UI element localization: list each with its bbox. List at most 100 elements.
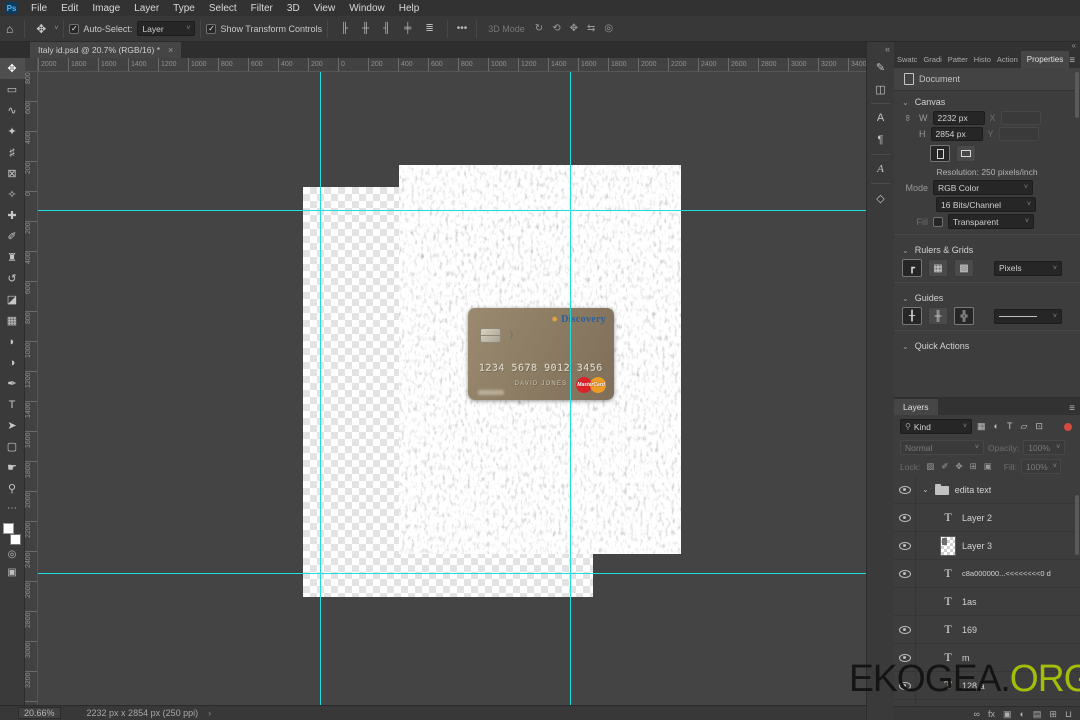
glyphs-panel-icon[interactable]: A: [867, 158, 895, 180]
type-tool[interactable]: T: [0, 394, 25, 415]
frame-tool[interactable]: ⊠: [0, 163, 25, 184]
path-selection-tool[interactable]: ➤: [0, 415, 25, 436]
expand-panels-icon[interactable]: «: [885, 42, 890, 56]
width-input[interactable]: 2232 px: [932, 111, 985, 125]
tab-layers[interactable]: Layers: [894, 399, 938, 415]
paragraph-panel-icon[interactable]: ¶: [867, 129, 895, 151]
toolbar-more-button[interactable]: ⋯: [0, 499, 25, 517]
toggle-snap-button[interactable]: ▩: [954, 259, 974, 277]
quick-selection-tool[interactable]: ✦: [0, 121, 25, 142]
foreground-color-swatch[interactable]: [3, 523, 14, 534]
layer-effects-icon[interactable]: fx: [988, 709, 995, 719]
color-swatches[interactable]: [2, 523, 22, 545]
panel-tab[interactable]: Histo: [971, 51, 994, 68]
align-center-h-icon[interactable]: ╫: [358, 23, 373, 34]
filter-type-layers-icon[interactable]: T: [1005, 421, 1015, 432]
layer-name[interactable]: Layer 2: [962, 513, 992, 523]
horizontal-ruler[interactable]: 2000 1800 1600 1400 1200 1000 800 600 400 200 0 200…: [38, 58, 866, 72]
ruler-units-select[interactable]: Pixels ˅: [994, 260, 1062, 276]
home-icon[interactable]: ⌂: [0, 22, 19, 36]
move-tool[interactable]: ✥: [0, 58, 25, 79]
landscape-orientation-button[interactable]: [956, 145, 976, 162]
clear-guides-button[interactable]: ╬: [954, 307, 974, 325]
canvas-viewport[interactable]: ✹ Discovery 1234 5678 9012 3456 DAVID JO…: [38, 72, 866, 705]
adjustment-layer-icon[interactable]: ◐: [1019, 709, 1024, 719]
layer-mask-icon[interactable]: ▣: [1003, 709, 1012, 719]
orbit-3d-icon[interactable]: ↻: [535, 23, 543, 34]
section-quick-actions[interactable]: ⌄ Quick Actions: [894, 335, 1080, 354]
layer-name[interactable]: Layer 3: [962, 541, 992, 551]
screen-mode-button[interactable]: ▣: [0, 563, 25, 581]
tab-properties[interactable]: Properties: [1020, 51, 1070, 68]
section-guides[interactable]: ⌄ Guides: [894, 287, 1080, 306]
layer-name[interactable]: 1as: [962, 597, 977, 607]
panel-tab[interactable]: Patter: [945, 51, 971, 68]
menu-item[interactable]: Window: [342, 2, 392, 15]
menu-item[interactable]: View: [307, 2, 343, 15]
horizontal-guide[interactable]: [38, 573, 866, 574]
layer-visibility-toggle[interactable]: [894, 504, 916, 531]
chevron-down-icon[interactable]: ˅: [54, 25, 58, 32]
layer-visibility-toggle[interactable]: [894, 560, 916, 587]
eyedropper-tool[interactable]: ✧: [0, 184, 25, 205]
shape-tool[interactable]: ▢: [0, 436, 25, 457]
menu-item[interactable]: Edit: [54, 2, 85, 15]
layer-row[interactable]: T 1as: [894, 588, 1080, 616]
quick-mask-button[interactable]: ◎: [0, 545, 25, 563]
guide-style-select[interactable]: ˅: [994, 308, 1062, 324]
menu-item[interactable]: Type: [166, 2, 202, 15]
section-canvas[interactable]: ⌄ Canvas: [894, 91, 1080, 110]
move-tool-preset-icon[interactable]: ✥: [30, 22, 52, 36]
layer-row[interactable]: T c8a000000...<<<<<<<<0 d: [894, 560, 1080, 588]
dodge-tool[interactable]: ◑: [0, 352, 25, 373]
toggle-grid-button[interactable]: ▦: [928, 259, 948, 277]
layer-visibility-toggle[interactable]: [894, 532, 916, 559]
lock-position-icon[interactable]: ✥: [953, 461, 964, 472]
document-tab[interactable]: Italy id.psd @ 20.7% (RGB/16) * ×: [30, 42, 182, 58]
roll-3d-icon[interactable]: ⟲: [552, 23, 560, 34]
align-left-icon[interactable]: ╟: [337, 23, 352, 34]
zoom-tool[interactable]: ⚲: [0, 478, 25, 499]
toggle-guides-button[interactable]: ╂: [902, 307, 922, 325]
clone-stamp-tool[interactable]: ♜: [0, 247, 25, 268]
smart-guides-button[interactable]: ╫: [928, 307, 948, 325]
status-arrow-icon[interactable]: ›: [208, 708, 211, 718]
lasso-tool[interactable]: ∿: [0, 100, 25, 121]
pan-3d-icon[interactable]: ✥: [570, 23, 578, 34]
history-brush-tool[interactable]: ↺: [0, 268, 25, 289]
menu-item[interactable]: Layer: [127, 2, 166, 15]
character-panel-icon[interactable]: A: [867, 107, 895, 129]
lock-all-icon[interactable]: ▣: [982, 461, 994, 472]
layer-name[interactable]: 169: [962, 625, 977, 635]
lock-transparent-icon[interactable]: ▨: [924, 461, 936, 472]
lock-artboard-icon[interactable]: ⊞: [968, 461, 979, 472]
close-icon[interactable]: ×: [168, 45, 173, 55]
vertical-guide[interactable]: [320, 72, 321, 705]
chevron-down-icon[interactable]: ⌄: [922, 485, 929, 494]
hand-tool[interactable]: ☛: [0, 457, 25, 478]
properties-scrollbar[interactable]: [1075, 72, 1079, 118]
menu-item[interactable]: Select: [202, 2, 244, 15]
new-layer-icon[interactable]: ⊞: [1049, 709, 1057, 719]
zoom-level-field[interactable]: 20.66%: [18, 707, 61, 719]
layer-row[interactable]: Layer 3: [894, 532, 1080, 560]
vertical-guide[interactable]: [570, 72, 571, 705]
marquee-tool[interactable]: ▭: [0, 79, 25, 100]
delete-layer-icon[interactable]: ⊔: [1065, 709, 1072, 719]
link-dimensions-icon[interactable]: ∞: [903, 112, 913, 124]
layer-filter-kind-select[interactable]: ⚲ Kind ˅: [900, 419, 972, 434]
layers-menu-icon[interactable]: ≡: [1069, 403, 1080, 415]
clone-source-icon[interactable]: ◫: [867, 78, 895, 100]
portrait-orientation-button[interactable]: [930, 145, 950, 162]
more-options-button[interactable]: •••: [453, 23, 472, 34]
auto-select-target-select[interactable]: Layer ˅: [137, 21, 196, 36]
link-layers-icon[interactable]: ∞: [974, 709, 980, 719]
panel-tab[interactable]: Action: [994, 51, 1021, 68]
healing-brush-tool[interactable]: ✚: [0, 205, 25, 226]
filter-adjustment-layers-icon[interactable]: ◐: [992, 421, 1001, 432]
collapse-panels-icon[interactable]: «: [1072, 42, 1076, 50]
filter-pixel-layers-icon[interactable]: ▦: [975, 421, 988, 432]
menu-item[interactable]: Image: [85, 2, 127, 15]
show-transform-checkbox[interactable]: ✓: [206, 23, 217, 34]
brush-tool[interactable]: ✐: [0, 226, 25, 247]
